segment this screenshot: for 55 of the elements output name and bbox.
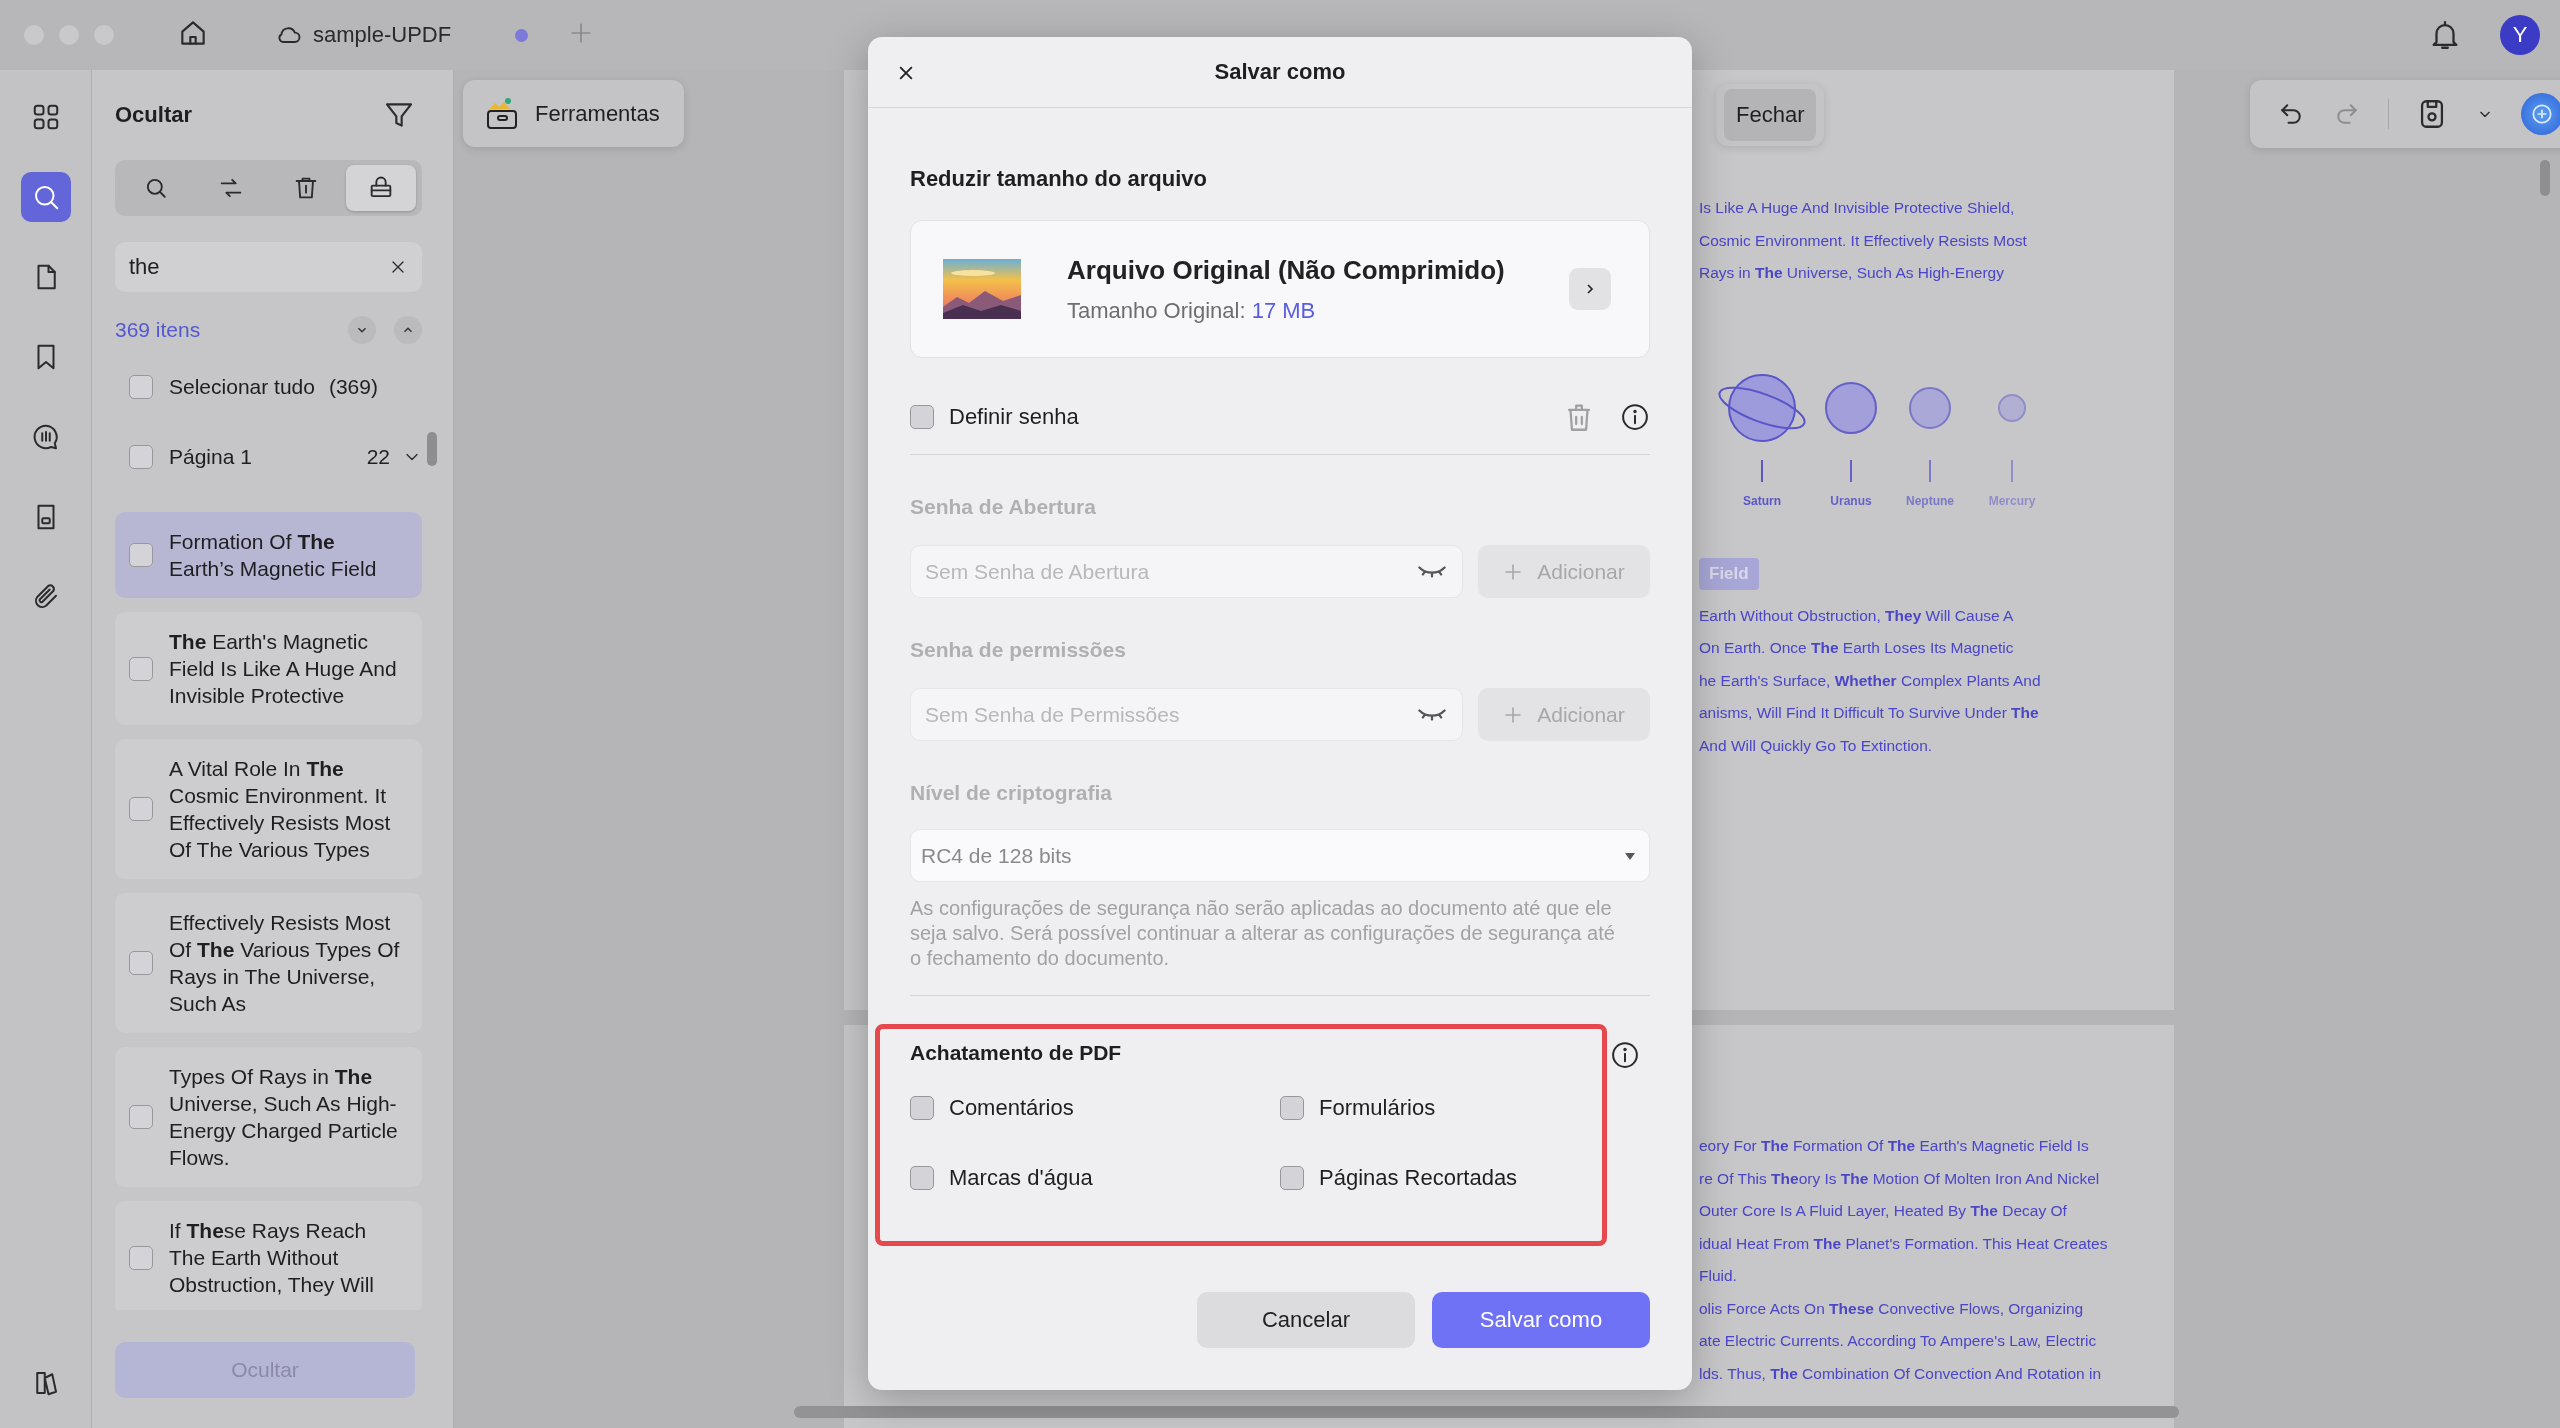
planet-label: Uranus [1830,493,1872,508]
document-text: And Will Quickly Go To Extinction. [1699,735,1934,756]
document-text: re Of This Theory Is The Motion Of Molten Iron And Nickel [1699,1168,2101,1189]
document-text: Rays in The Universe, Such As High-Energy [1699,263,2005,283]
document-text: olis Force Acts On These Convective Flows, Organizing [1699,1298,2085,1319]
security-note: As configurações de segurança não serão aplicadas ao documento até que ele seja salvo. Será possível continuar a alterar as configurações de segurança até o fechamento do documento. [910,896,1650,996]
planet-label: Saturn [1743,493,1781,508]
document-text: lds. Thus, The Combination Of Convection And Rotation in [1699,1363,2103,1384]
field-label: Senha de Abertura [910,495,1097,519]
search-result[interactable]: The Earth's Magnetic Field Is Like A Huge And Invisible Protective [115,612,422,725]
result-count: 369 itens [115,318,202,342]
checkbox-label: Páginas Recortadas [1319,1165,1518,1191]
size-value: 17 MB [1251,297,1316,323]
document-text: Earth Without Obstruction, They Will Cause A [1699,605,2015,626]
document-text: Is Like A Huge And Invisible Protective Shield, [1699,198,2016,218]
checkbox-label: Comentários [949,1095,1074,1121]
tools-button[interactable]: Ferramentas [463,80,684,147]
save-button[interactable]: Salvar como [1432,1292,1650,1348]
compression-option[interactable]: Arquivo Original (Não Comprimido) Tamanho Original: 17 MB [910,220,1650,358]
match-count: 22 [366,445,390,469]
document-text: Outer Core Is A Fluid Layer, Heated By The Decay Of [1699,1201,2068,1221]
size-label: Tamanho Original: [1067,297,1246,323]
checkbox-label: Formulários [1319,1095,1436,1121]
document-text: he Earth's Surface, Whether Complex Plants And [1699,670,2042,691]
checkbox-label: Definir senha [949,404,1080,430]
document-text: On Earth. Once The Earth Loses Its Magnetic [1699,638,2015,658]
checkbox-label: Marcas d'água [949,1165,1093,1191]
planet-label: Mercury [1988,493,2036,508]
dialog-title: Salvar como [1214,59,1346,85]
document-text: idual Heat From The Planet's Formation. This Heat Creates [1699,1233,2109,1254]
cancel-button[interactable]: Cancelar [1197,1292,1415,1348]
document-text: ate Electric Currents. According To Ampere's Law, Electric [1699,1331,2098,1351]
planet-label: Neptune [1906,493,1954,508]
search-field[interactable]: the [115,242,422,292]
search-result[interactable]: Effectively Resists Most Of The Various Types Of Rays in The Universe, Such As [115,893,422,1033]
document-text: eory For The Formation Of The Earth's Magnetic Field Is [1699,1136,2090,1156]
document-text: Fluid. [1699,1266,1738,1286]
avatar[interactable]: Y [2500,15,2540,55]
search-result[interactable]: Types Of Rays in The Universe, Such As High-Energy Charged Particle Flows. [115,1047,422,1187]
panel-title: Ocultar [115,102,193,128]
section-title: Reduzir tamanho do arquivo [910,166,1209,192]
close-button[interactable]: Fechar [1724,89,1817,141]
page-label: Página 1 [169,445,252,469]
document-tab[interactable]: sample-UPDF [267,15,460,55]
field-label: Nível de criptografia [910,781,1113,805]
search-result[interactable]: Formation Of The Earth’s Magnetic Field [115,512,422,598]
document-text: Cosmic Environment. It Effectively Resists Most [1699,230,2028,251]
document-text: anisms, Will Find It Difficult To Survive Under The [1699,703,2040,723]
option-title: Arquivo Original (Não Comprimido) [1067,254,1505,286]
search-result[interactable]: A Vital Role In The Cosmic Environment. It Effectively Resists Most Of The Various Types [115,739,422,879]
select-count: (369) [328,375,378,399]
field-label: Senha de permissões [910,638,1127,662]
search-result[interactable]: If These Rays Reach The Earth Without Obstruction, They Will [115,1201,422,1310]
checkbox-label: Selecionar tudo [169,375,315,399]
section-title: Achatamento de PDF [910,1041,1123,1065]
